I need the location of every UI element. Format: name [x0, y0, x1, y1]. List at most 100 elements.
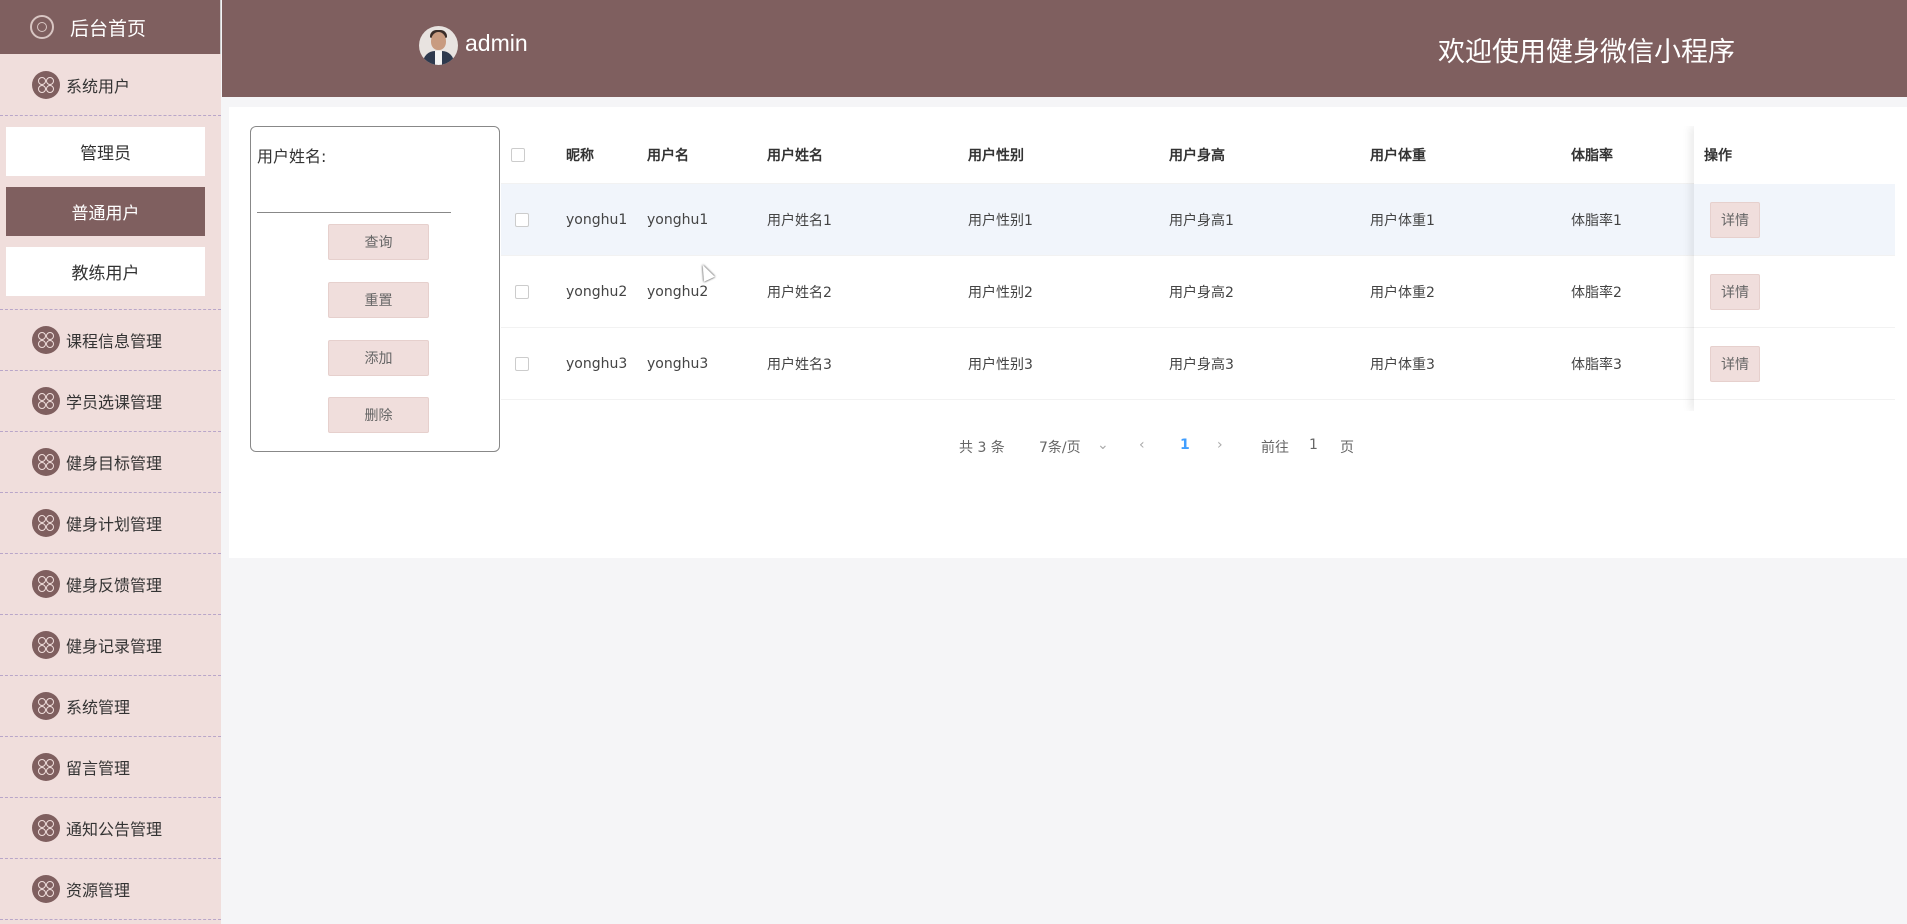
sidebar-item-notices[interactable]: 通知公告管理	[0, 798, 221, 859]
menu-icon	[32, 387, 60, 415]
cell-weight: 用户体重2	[1370, 284, 1435, 301]
col-username: 用户名	[647, 147, 689, 164]
sidebar-home[interactable]: 后台首页	[0, 0, 221, 54]
reset-button[interactable]: 重置	[328, 282, 429, 318]
sidebar-item-label: 系统管理	[66, 698, 131, 717]
sidebar-sub-normal-user[interactable]: 普通用户	[6, 187, 205, 236]
username: admin	[465, 30, 528, 56]
sidebar-item-label: 健身计划管理	[66, 515, 163, 534]
sidebar-item-course[interactable]: 课程信息管理	[0, 310, 221, 371]
ops-cell: 详情	[1694, 256, 1895, 328]
search-panel: 用户姓名: 查询 重置 添加 删除	[250, 126, 500, 452]
sidebar-item-label: 健身目标管理	[66, 454, 163, 473]
cell-bodyfat: 体脂率2	[1571, 284, 1622, 301]
chevron-down-icon[interactable]: ⌄	[1097, 437, 1109, 453]
cell-bodyfat: 体脂率3	[1571, 356, 1622, 373]
menu-icon	[32, 70, 60, 99]
table-header: 昵称 用户名 用户姓名 用户性别 用户身高 用户体重 体脂率	[501, 126, 1895, 184]
detail-button[interactable]: 详情	[1710, 274, 1760, 310]
page-size-select[interactable]: 7条/页	[1039, 437, 1081, 457]
sidebar-submenu: 管理员 普通用户 教练用户	[0, 127, 221, 310]
sidebar-sub-coach-user[interactable]: 教练用户	[6, 247, 205, 296]
row-checkbox[interactable]	[515, 284, 529, 299]
sidebar-item-label: 课程信息管理	[66, 332, 163, 351]
sidebar-item-plans[interactable]: 健身计划管理	[0, 493, 221, 554]
cell-height: 用户身高2	[1169, 284, 1234, 301]
menu-icon	[32, 814, 60, 842]
cell-weight: 用户体重3	[1370, 356, 1435, 373]
sidebar-item-label: 留言管理	[66, 759, 131, 778]
cell-weight: 用户体重1	[1370, 212, 1435, 229]
ops-column: 操作 详情 详情 详情	[1694, 126, 1895, 411]
delete-button[interactable]: 删除	[328, 397, 429, 433]
cell-bodyfat: 体脂率1	[1571, 212, 1622, 229]
cell-nickname: yonghu1	[566, 211, 628, 228]
cell-username: yonghu1	[647, 211, 709, 228]
table-row[interactable]: yonghu3 yonghu3 用户姓名3 用户性别3 用户身高3 用户体重3 …	[501, 328, 1895, 400]
sidebar-item-messages[interactable]: 留言管理	[0, 737, 221, 798]
detail-button[interactable]: 详情	[1710, 346, 1760, 382]
sidebar-item-feedback[interactable]: 健身反馈管理	[0, 554, 221, 615]
search-label: 用户姓名:	[257, 147, 327, 166]
add-button[interactable]: 添加	[328, 340, 429, 376]
sidebar-item-system[interactable]: 系统管理	[0, 676, 221, 737]
menu-icon	[32, 448, 60, 476]
cell-username: yonghu3	[647, 355, 709, 372]
cell-nickname: yonghu3	[566, 355, 628, 372]
menu-icon	[32, 875, 60, 903]
main-content: 用户姓名: 查询 重置 添加 删除 昵称 用户名 用户姓名 用户性别 用户身高 …	[229, 107, 1907, 558]
sidebar-item-goals[interactable]: 健身目标管理	[0, 432, 221, 493]
select-all-checkbox[interactable]	[511, 147, 525, 162]
col-ops: 操作	[1704, 148, 1732, 164]
menu-icon	[32, 570, 60, 598]
sidebar-item-label: 系统用户	[66, 76, 131, 96]
cell-gender: 用户性别1	[968, 212, 1033, 229]
avatar[interactable]	[419, 26, 458, 65]
col-nickname: 昵称	[566, 147, 594, 164]
sidebar: 后台首页 系统用户 管理员 普通用户 教练用户 课程信息管理 学员选课管理 健身…	[0, 0, 221, 924]
sidebar-item-label: 资源管理	[66, 881, 131, 900]
sidebar-item-enrollment[interactable]: 学员选课管理	[0, 371, 221, 432]
goto-prefix: 前往	[1261, 440, 1289, 456]
cell-height: 用户身高1	[1169, 212, 1234, 229]
col-bodyfat: 体脂率	[1571, 147, 1613, 164]
row-checkbox[interactable]	[515, 356, 529, 371]
col-realname: 用户姓名	[767, 147, 823, 164]
menu-icon	[32, 692, 60, 720]
menu-icon	[32, 753, 60, 781]
cell-gender: 用户性别3	[968, 356, 1033, 373]
sidebar-item-label: 健身记录管理	[66, 637, 163, 656]
prev-page-icon[interactable]: ‹	[1139, 437, 1145, 453]
goto-suffix: 页	[1340, 440, 1354, 456]
sidebar-item-system-users[interactable]: 系统用户	[0, 54, 221, 116]
sidebar-sub-admin[interactable]: 管理员	[6, 127, 205, 176]
col-gender: 用户性别	[968, 147, 1024, 164]
cell-realname: 用户姓名3	[767, 356, 832, 373]
pagination: 共 3 条 7条/页 ⌄ ‹ 1 › 前往 1 页	[229, 432, 1907, 462]
top-header: admin 欢迎使用健身微信小程序	[222, 0, 1907, 97]
next-page-icon[interactable]: ›	[1217, 437, 1223, 453]
home-icon	[30, 15, 54, 39]
cell-height: 用户身高3	[1169, 356, 1234, 373]
menu-icon	[32, 509, 60, 537]
total-count: 共 3 条	[959, 440, 1005, 456]
cell-realname: 用户姓名2	[767, 284, 832, 301]
cell-gender: 用户性别2	[968, 284, 1033, 301]
cell-realname: 用户姓名1	[767, 212, 832, 229]
realname-search-input[interactable]	[257, 173, 451, 213]
table-row[interactable]: yonghu1 yonghu1 用户姓名1 用户性别1 用户身高1 用户体重1 …	[501, 184, 1895, 256]
sidebar-item-label: 健身反馈管理	[66, 576, 163, 595]
site-title: 欢迎使用健身微信小程序	[1438, 37, 1735, 68]
cell-nickname: yonghu2	[566, 283, 628, 300]
sidebar-item-resources[interactable]: 资源管理	[0, 859, 221, 920]
sidebar-item-records[interactable]: 健身记录管理	[0, 615, 221, 676]
sidebar-home-label: 后台首页	[70, 17, 147, 40]
detail-button[interactable]: 详情	[1710, 202, 1760, 238]
current-page[interactable]: 1	[1180, 437, 1190, 453]
query-button[interactable]: 查询	[328, 224, 429, 260]
col-height: 用户身高	[1169, 147, 1225, 164]
goto-page-input[interactable]: 1	[1309, 437, 1318, 453]
ops-cell: 详情	[1694, 184, 1895, 256]
sidebar-item-label: 通知公告管理	[66, 820, 163, 839]
row-checkbox[interactable]	[515, 212, 529, 227]
